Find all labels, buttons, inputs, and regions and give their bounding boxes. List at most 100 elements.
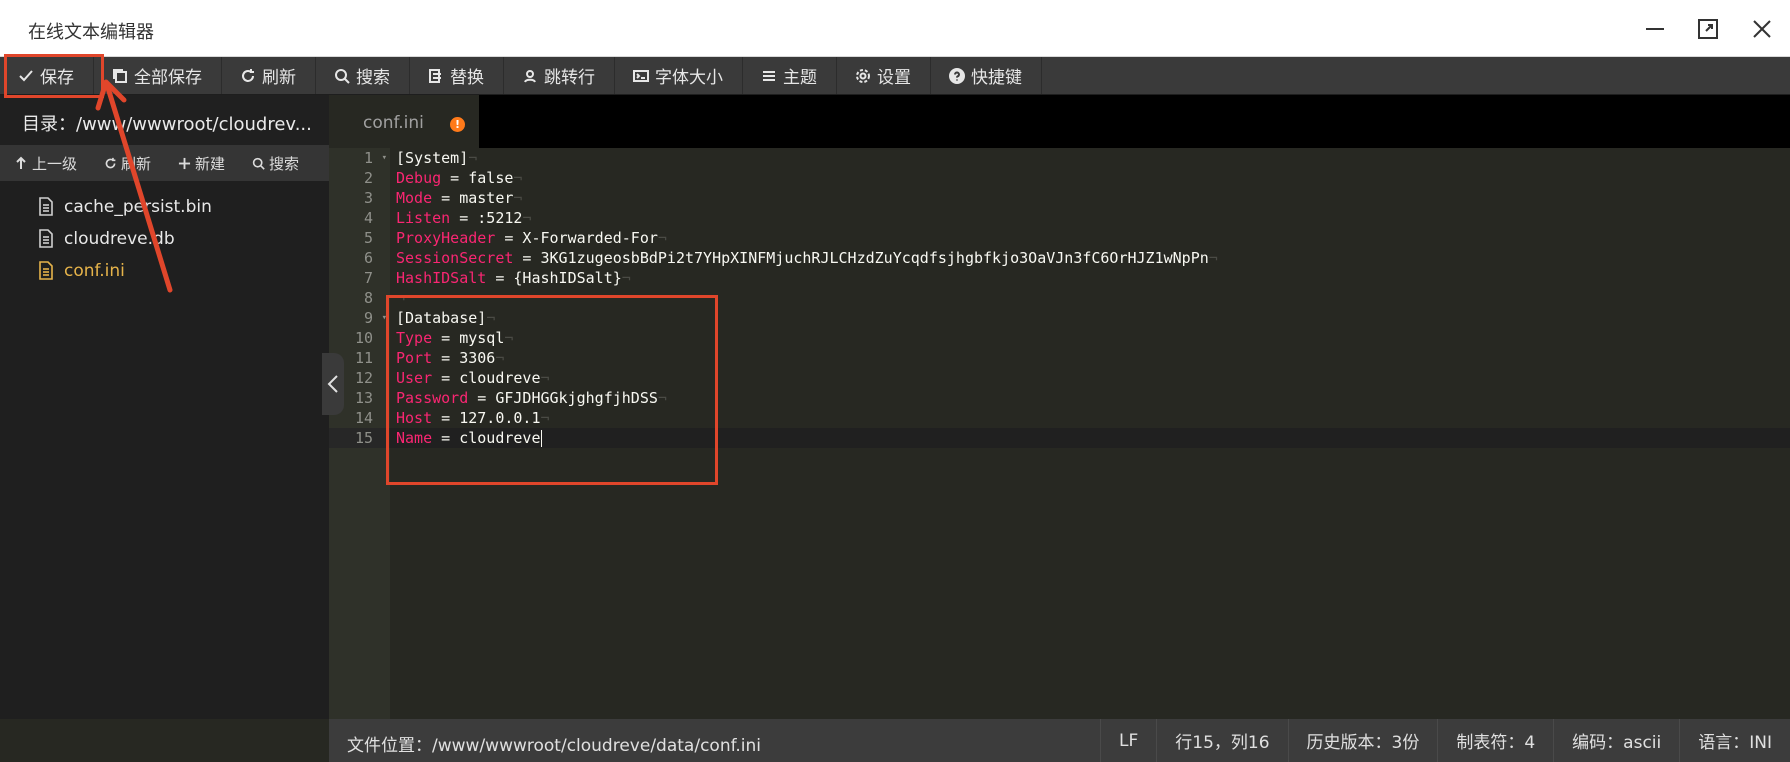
line-number: 15	[329, 428, 390, 448]
code-line[interactable]: HashIDSalt = {HashIDSalt}¬	[390, 268, 1790, 288]
file-name: cloudreve.db	[64, 229, 175, 249]
line-number-text: 12	[354, 369, 373, 387]
encoding-status[interactable]: 编码：ascii	[1553, 719, 1679, 762]
refresh-icon	[103, 156, 117, 170]
help-icon	[948, 67, 966, 85]
save-highlight-box	[4, 54, 104, 98]
config-text: = 3KG1zugeosbBdPi2t7YHpXINFMjuchRJLCHzdZ…	[513, 249, 1209, 267]
cursor-position-status[interactable]: 行15，列16	[1156, 719, 1287, 762]
code-line[interactable]: Mode = master¬	[390, 188, 1790, 208]
file-list: cache_persist.bin cloudreve.db conf.ini	[0, 191, 329, 287]
toolbar: 保存 全部保存 刷新 搜索 替换 跳转行 字体大小 主题 设置 快捷键	[0, 57, 1790, 95]
line-number-text: 3	[363, 189, 373, 207]
minimize-button[interactable]	[1635, 12, 1675, 46]
config-key: ProxyHeader	[396, 229, 496, 247]
file-item-cloudreve-db[interactable]: cloudreve.db	[0, 223, 329, 255]
file-location: 文件位置：/www/wwwroot/cloudreve/data/conf.in…	[347, 736, 761, 756]
config-key: HashIDSalt	[396, 269, 487, 287]
chevron-left-icon	[327, 375, 338, 393]
line-number-text: 1	[363, 149, 373, 167]
editor-window: 在线文本编辑器 保存 全部保存 刷新 搜索 替换 跳转行 字体大小 主题 设置 …	[0, 0, 1790, 762]
menu-icon	[760, 67, 778, 85]
eol-marker: ¬	[468, 149, 478, 167]
file-item-conf-ini[interactable]: conf.ini	[0, 255, 329, 287]
save-all-label: 全部保存	[134, 68, 202, 88]
modified-badge: !	[450, 117, 465, 132]
search-button[interactable]: 搜索	[316, 57, 410, 94]
refresh-button[interactable]: 刷新	[222, 57, 316, 94]
title-bar: 在线文本编辑器	[0, 0, 1790, 57]
replace-label: 替换	[450, 68, 484, 88]
shortcuts-label: 快捷键	[971, 68, 1022, 88]
sidebar-refresh-button[interactable]: 刷新	[89, 153, 163, 174]
line-number: 2	[329, 168, 390, 188]
line-number-text: 8	[363, 289, 373, 307]
line-number-text: 4	[363, 209, 373, 227]
new-file-label: 新建	[195, 154, 226, 173]
config-key: Listen	[396, 209, 451, 227]
theme-button[interactable]: 主题	[743, 57, 837, 94]
line-number: 5	[329, 228, 390, 248]
code-line[interactable]: Debug = false¬	[390, 168, 1790, 188]
shortcuts-button[interactable]: 快捷键	[931, 57, 1042, 94]
line-number-text: 13	[354, 389, 373, 407]
close-icon	[1753, 20, 1771, 38]
tab-label: conf.ini	[363, 113, 424, 133]
code-line[interactable]: [System]¬	[390, 148, 1790, 168]
sidebar-search-button[interactable]: 搜索	[237, 153, 311, 174]
line-number-gutter: 1 ▾ 2 3 4 5 6 7 8 9 ▾ 10 11 12 13 14 15	[329, 148, 390, 719]
eol-marker: ¬	[513, 189, 523, 207]
search-icon	[333, 67, 351, 85]
file-name: conf.ini	[64, 261, 125, 281]
config-text: [System]	[396, 149, 469, 167]
language-status[interactable]: 语言：INI	[1679, 719, 1790, 762]
directory-path: 目录：/www/wwwroot/cloudrev...	[0, 95, 329, 145]
font-size-button[interactable]: 字体大小	[615, 57, 743, 94]
goto-line-button[interactable]: 跳转行	[504, 57, 615, 94]
file-icon	[38, 197, 56, 217]
history-status[interactable]: 历史版本：3份	[1287, 719, 1438, 762]
line-number-text: 7	[363, 269, 373, 287]
tab-size-status[interactable]: 制表符：4	[1437, 719, 1553, 762]
collapse-sidebar-button[interactable]	[322, 353, 344, 415]
file-sidebar: 目录：/www/wwwroot/cloudrev... 上一级 刷新 新建 搜索	[0, 95, 329, 719]
eol-marker: ¬	[513, 169, 523, 187]
code-line[interactable]: Listen = :5212¬	[390, 208, 1790, 228]
line-number-text: 10	[354, 329, 373, 347]
eol-marker: ¬	[522, 209, 532, 227]
replace-button[interactable]: 替换	[410, 57, 504, 94]
maximize-icon	[1698, 19, 1718, 39]
close-button[interactable]	[1742, 12, 1782, 46]
fold-toggle-icon[interactable]: ▾	[382, 148, 387, 168]
line-number-text: 14	[354, 409, 373, 427]
font-size-icon	[632, 67, 650, 85]
line-number-text: 15	[354, 429, 373, 447]
sidebar-search-label: 搜索	[269, 154, 300, 173]
sidebar-refresh-label: 刷新	[121, 154, 152, 173]
config-key: Mode	[396, 189, 433, 207]
file-name: cache_persist.bin	[64, 197, 212, 217]
eol-marker: ¬	[657, 229, 667, 247]
parent-dir-button[interactable]: 上一级	[0, 153, 89, 174]
maximize-button[interactable]	[1688, 12, 1728, 46]
code-line[interactable]: SessionSecret = 3KG1zugeosbBdPi2t7YHpXIN…	[390, 248, 1790, 268]
file-item-cache-persist[interactable]: cache_persist.bin	[0, 191, 329, 223]
line-number: 3	[329, 188, 390, 208]
line-number-text: 9	[363, 309, 373, 327]
theme-label: 主题	[783, 68, 817, 88]
window-title: 在线文本编辑器	[28, 22, 154, 43]
status-bar: 文件位置：/www/wwwroot/cloudreve/data/conf.in…	[329, 719, 1790, 762]
save-all-button[interactable]: 全部保存	[94, 57, 222, 94]
line-number-text: 5	[363, 229, 373, 247]
config-text: = {HashIDSalt}	[486, 269, 622, 287]
settings-button[interactable]: 设置	[837, 57, 931, 94]
line-number: 9 ▾	[329, 308, 390, 328]
gear-icon	[854, 67, 872, 85]
goto-line-label: 跳转行	[544, 68, 595, 88]
new-file-button[interactable]: 新建	[163, 153, 237, 174]
tab-conf-ini[interactable]: conf.ini !	[329, 95, 479, 148]
line-number-text: 2	[363, 169, 373, 187]
line-ending-status[interactable]: LF	[1100, 719, 1156, 762]
code-line[interactable]: ProxyHeader = X-Forwarded-For¬	[390, 228, 1790, 248]
config-text: = false	[441, 169, 514, 187]
